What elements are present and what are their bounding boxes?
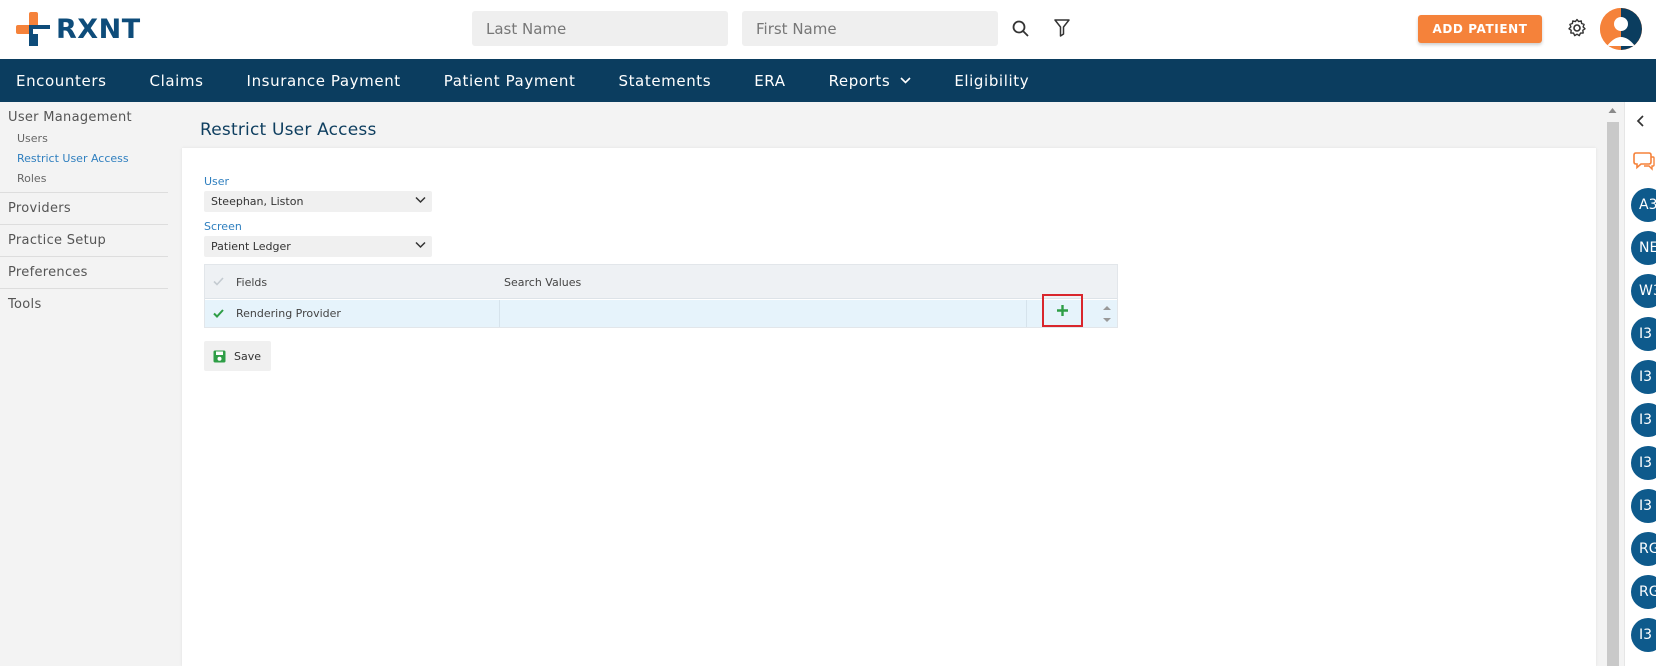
filter-icon[interactable] [1051,17,1073,39]
column-header-search-values[interactable]: Search Values [504,276,581,289]
restriction-grid: Fields Search Values Rendering Provider [204,264,1118,328]
nav-reports-label: Reports [828,71,891,90]
sidebar-preferences[interactable]: Preferences [0,257,168,289]
nav-claims[interactable]: Claims [150,72,204,90]
screen-label: Screen [204,220,242,233]
nav-statements[interactable]: Statements [618,72,711,90]
sidebar-item-roles[interactable]: Roles [0,169,168,189]
main-nav: Encounters Claims Insurance Payment Pati… [0,59,1656,102]
chat-icon[interactable] [1633,151,1655,171]
plus-icon [1057,305,1068,316]
content-card [182,148,1596,666]
left-sidebar: User Management Users Restrict User Acce… [0,102,168,666]
patient-badge[interactable]: I3 [1631,489,1656,523]
sidebar-item-restrict-user-access[interactable]: Restrict User Access [0,149,168,169]
save-button[interactable]: Save [204,341,271,371]
sidebar-tools[interactable]: Tools [0,289,168,320]
rxnt-logo[interactable]: RXNT [16,12,141,46]
sidebar-subgroup: Users Restrict User Access Roles [0,129,168,193]
save-button-label: Save [234,349,262,363]
select-all-check-icon[interactable] [213,277,224,286]
sidebar-user-management[interactable]: User Management [0,102,168,129]
patient-badge[interactable]: I3 [1631,317,1656,351]
grid-scroll-arrows[interactable] [1101,302,1113,326]
top-header: RXNT ADD PATIENT [0,0,1656,59]
page-scrollbar[interactable] [1605,104,1619,666]
row-field-name: Rendering Provider [236,307,341,320]
patient-badge[interactable]: W3 [1631,274,1656,308]
chevron-down-icon [415,196,426,204]
nav-eligibility[interactable]: Eligibility [954,72,1029,90]
cell-divider [499,300,500,327]
patient-badge[interactable]: RG [1631,575,1656,609]
search-icon[interactable] [1009,17,1031,39]
first-name-input[interactable] [742,11,998,46]
logo-text: RXNT [56,13,141,45]
nav-patient-payment[interactable]: Patient Payment [444,72,576,90]
user-select-value: Steephan, Liston [211,195,304,208]
patient-badge[interactable]: A3 [1631,188,1656,222]
scroll-up-icon[interactable] [1608,107,1617,114]
nav-encounters[interactable]: Encounters [16,72,107,90]
gear-icon[interactable] [1566,17,1588,39]
user-label: User [204,175,230,188]
column-header-fields[interactable]: Fields [236,276,267,289]
patient-badge[interactable]: RG [1631,532,1656,566]
cell-divider [1026,300,1027,327]
add-search-value-button[interactable] [1042,294,1083,327]
patient-badge[interactable]: NE [1631,231,1656,265]
page-title: Restrict User Access [200,120,377,140]
logo-mark-icon [16,12,50,46]
add-patient-button[interactable]: ADD PATIENT [1418,15,1542,43]
scrollbar-thumb[interactable] [1607,122,1619,666]
user-avatar[interactable] [1600,8,1642,50]
patient-badge[interactable]: I3 [1631,360,1656,394]
check-icon[interactable] [213,309,224,318]
patient-badge[interactable]: I3 [1631,403,1656,437]
screen-select-value: Patient Ledger [211,240,291,253]
chevron-down-icon [415,241,426,249]
nav-era[interactable]: ERA [754,72,785,90]
nav-reports[interactable]: Reports [829,72,912,90]
sidebar-practice-setup[interactable]: Practice Setup [0,225,168,257]
user-select[interactable]: Steephan, Liston [204,191,432,212]
grid-header: Fields Search Values [205,265,1117,299]
save-icon [213,350,226,362]
nav-insurance-payment[interactable]: Insurance Payment [247,72,401,90]
screen-select[interactable]: Patient Ledger [204,236,432,257]
chevron-down-icon [900,77,911,84]
chevron-left-icon[interactable] [1636,115,1645,127]
sidebar-item-users[interactable]: Users [0,129,168,149]
patient-badge[interactable]: I3 [1631,618,1656,652]
sidebar-providers[interactable]: Providers [0,193,168,225]
right-rail: A3 NE W3 I3 I3 I3 I3 I3 RG RG I3 [1624,102,1656,666]
patient-badge[interactable]: I3 [1631,446,1656,480]
table-row[interactable]: Rendering Provider [205,300,1117,327]
last-name-input[interactable] [472,11,728,46]
